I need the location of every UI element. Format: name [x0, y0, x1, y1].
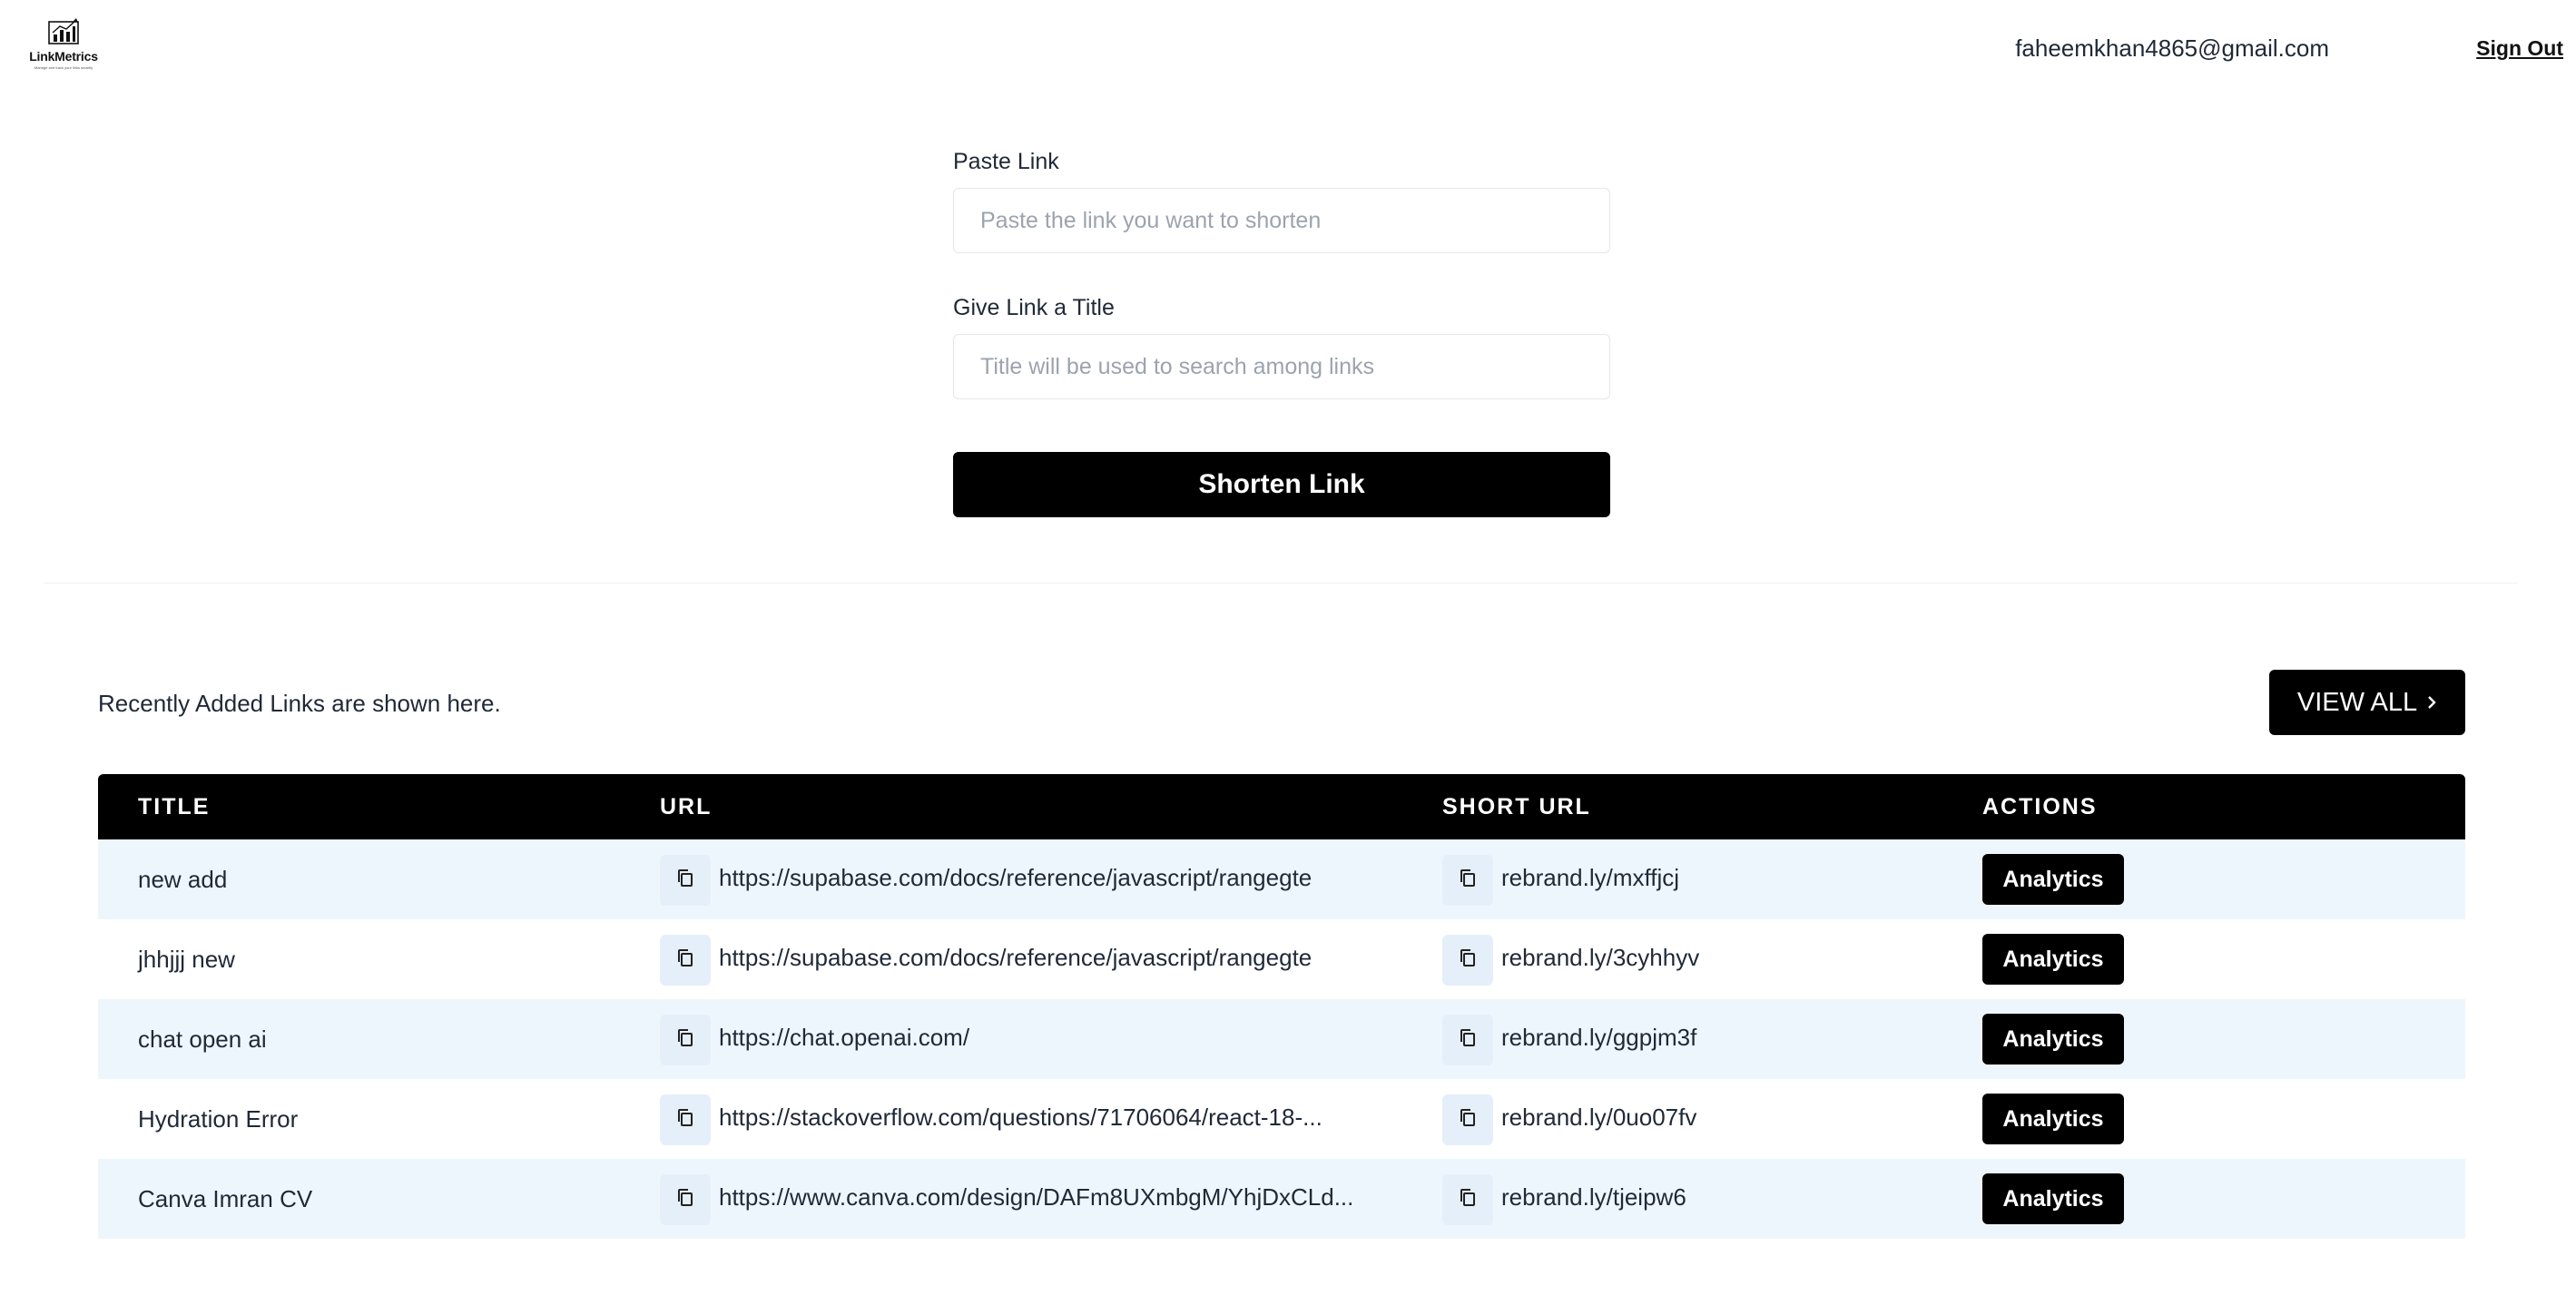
- links-table: TITLE URL SHORT URL ACTIONS new add https…: [98, 774, 2465, 1239]
- row-short-url: rebrand.ly/tjeipw6: [1501, 1183, 1686, 1211]
- table-header: TITLE URL SHORT URL ACTIONS: [98, 774, 2465, 839]
- row-title: chat open ai: [138, 1025, 267, 1053]
- copy-icon: [1458, 1027, 1478, 1054]
- row-url: https://stackoverflow.com/questions/7170…: [719, 1104, 1322, 1131]
- copy-url-button[interactable]: [660, 1174, 711, 1225]
- table-row: jhhjjj new https://supabase.com/docs/refe…: [98, 919, 2465, 999]
- column-header-title: TITLE: [138, 794, 211, 819]
- table-row: new add https://supabase.com/docs/referen…: [98, 839, 2465, 919]
- analytics-button[interactable]: Analytics: [1982, 1014, 2124, 1065]
- row-url: https://supabase.com/docs/reference/java…: [719, 864, 1313, 891]
- copy-short-url-button[interactable]: [1442, 1094, 1493, 1145]
- analytics-button[interactable]: Analytics: [1982, 934, 2124, 985]
- copy-url-button[interactable]: [660, 855, 711, 906]
- copy-icon: [675, 947, 695, 974]
- row-url: https://supabase.com/docs/reference/java…: [719, 944, 1313, 971]
- copy-icon: [1458, 1107, 1478, 1133]
- user-email: faheemkhan4865@gmail.com: [2015, 34, 2329, 62]
- paste-link-input[interactable]: [953, 188, 1610, 253]
- copy-icon: [675, 1107, 695, 1133]
- brand-tagline: Manage and track your links smartly: [34, 65, 93, 70]
- view-all-label: VIEW ALL: [2296, 687, 2418, 717]
- copy-icon: [1458, 1187, 1478, 1213]
- table-row: chat open ai https://chat.openai.com/rebr…: [98, 999, 2465, 1079]
- analytics-button[interactable]: Analytics: [1982, 854, 2124, 905]
- row-title: Hydration Error: [138, 1105, 299, 1133]
- table-body: new add https://supabase.com/docs/referen…: [98, 839, 2465, 1239]
- table-row: Hydration Error https://stackoverflow.com…: [98, 1079, 2465, 1159]
- copy-short-url-button[interactable]: [1442, 855, 1493, 906]
- view-all-button[interactable]: VIEW ALL: [2269, 670, 2465, 735]
- copy-icon: [675, 1187, 695, 1213]
- copy-icon: [1458, 868, 1478, 894]
- brand-logo[interactable]: LinkMetrics Manage and track your links …: [20, 16, 107, 73]
- row-title: Canva Imran CV: [138, 1185, 313, 1212]
- shorten-link-button[interactable]: Shorten Link: [953, 452, 1610, 517]
- column-header-short-url: SHORT URL: [1442, 794, 1591, 819]
- copy-icon: [675, 1027, 695, 1054]
- row-url: https://chat.openai.com/: [719, 1024, 970, 1051]
- analytics-button[interactable]: Analytics: [1982, 1173, 2124, 1224]
- section-divider: [44, 583, 2518, 584]
- copy-url-button[interactable]: [660, 935, 711, 986]
- row-url: https://www.canva.com/design/DAFm8UXmbgM…: [719, 1183, 1354, 1211]
- sign-out-link[interactable]: Sign Out: [2476, 36, 2563, 61]
- row-title: jhhjjj new: [138, 946, 235, 973]
- column-header-url: URL: [660, 794, 713, 819]
- shorten-form: Paste Link Give Link a Title Shorten Lin…: [953, 149, 1610, 517]
- copy-short-url-button[interactable]: [1442, 1174, 1493, 1225]
- copy-url-button[interactable]: [660, 1094, 711, 1145]
- link-title-input[interactable]: [953, 334, 1610, 399]
- bar-chart-logo-icon: [48, 18, 79, 44]
- paste-link-label: Paste Link: [953, 149, 1059, 174]
- copy-url-button[interactable]: [660, 1015, 711, 1065]
- row-short-url: rebrand.ly/mxffjcj: [1501, 864, 1680, 891]
- copy-short-url-button[interactable]: [1442, 935, 1493, 986]
- row-short-url: rebrand.ly/0uo07fv: [1501, 1104, 1697, 1131]
- analytics-button[interactable]: Analytics: [1982, 1094, 2124, 1144]
- copy-icon: [675, 868, 695, 894]
- chevron-right-icon: [2428, 696, 2436, 709]
- column-header-actions: ACTIONS: [1982, 794, 2098, 819]
- table-row: Canva Imran CV https://www.canva.com/desi…: [98, 1159, 2465, 1239]
- recent-links-caption: Recently Added Links are shown here.: [98, 690, 501, 717]
- link-title-label: Give Link a Title: [953, 295, 1115, 320]
- copy-icon: [1458, 947, 1478, 974]
- row-short-url: rebrand.ly/3cyhhyv: [1501, 944, 1700, 971]
- copy-short-url-button[interactable]: [1442, 1015, 1493, 1065]
- row-title: new add: [138, 866, 228, 893]
- row-short-url: rebrand.ly/ggpjm3f: [1501, 1024, 1697, 1051]
- brand-name: LinkMetrics: [29, 49, 98, 64]
